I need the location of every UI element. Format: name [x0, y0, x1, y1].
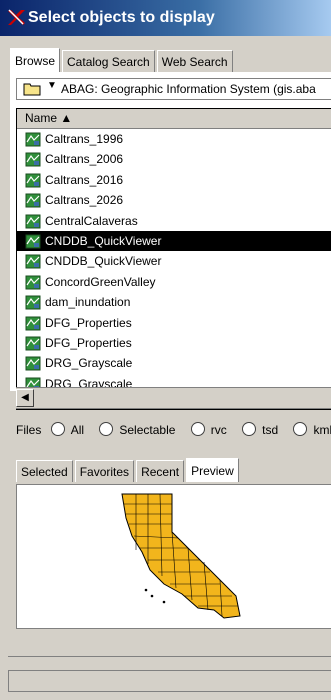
tab-recent[interactable]: Recent — [136, 460, 185, 482]
list-item-label: Caltrans_2026 — [45, 193, 124, 208]
list-item[interactable]: CNDDB_QuickViewer — [17, 230, 331, 252]
map-layer-icon — [25, 316, 41, 331]
list-item-label: DRG_Grayscale — [45, 356, 133, 371]
list-item-label: DFG_Properties — [45, 315, 132, 330]
tab-catalog-search[interactable]: Catalog Search — [62, 50, 155, 72]
tab-preview[interactable]: Preview — [186, 458, 239, 482]
map-layer-icon — [25, 336, 41, 351]
list-item[interactable]: ConcordGreenValley — [17, 272, 331, 292]
location-path: ABAG: Geographic Information System (gis… — [61, 82, 316, 96]
map-layer-icon — [25, 275, 41, 290]
filter-option-tsd[interactable]: tsd — [242, 422, 284, 437]
tab-favorites[interactable]: Favorites — [74, 460, 135, 482]
file-filter: Files All Selectable rvc tsd kml — [16, 420, 331, 440]
app-logo-icon — [8, 9, 25, 25]
location-dropdown[interactable]: ▼ ABAG: Geographic Information System (g… — [16, 78, 331, 100]
main-tabs: Browse Catalog Search Web Search — [10, 48, 235, 72]
list-item[interactable]: Caltrans_1996 — [17, 129, 331, 149]
filter-option-selectable[interactable]: Selectable — [99, 422, 181, 437]
list-item[interactable]: DFG_Properties — [17, 313, 331, 333]
list-item-label: CentralCalaveras — [45, 213, 138, 228]
radio-icon[interactable] — [50, 422, 65, 436]
filter-option-rvc[interactable]: rvc — [190, 422, 233, 437]
scroll-left-button[interactable]: ◀ — [16, 389, 34, 407]
map-layer-icon — [25, 132, 41, 147]
tab-browse[interactable]: Browse — [10, 48, 61, 72]
list-item-label: Caltrans_2016 — [45, 172, 124, 187]
list-item-label: Caltrans_1996 — [45, 132, 124, 146]
object-list[interactable]: Name ▲ Caltrans_1996 Caltrans_2006 Caltran… — [16, 108, 331, 410]
column-header-name[interactable]: Name ▲ — [17, 109, 331, 129]
list-item[interactable]: CNDDB_QuickViewer — [17, 251, 331, 271]
list-item-label: dam_inundation — [45, 295, 131, 310]
list-item-label: ConcordGreenValley — [45, 274, 156, 289]
map-layer-icon — [25, 234, 41, 249]
radio-icon[interactable] — [99, 422, 114, 436]
list-item-label: CNDDB_QuickViewer — [45, 233, 162, 248]
map-layer-icon — [25, 214, 41, 229]
filter-label: Files — [16, 423, 42, 437]
map-layer-icon — [25, 254, 41, 269]
horizontal-scrollbar[interactable]: ◀ — [16, 387, 331, 409]
filter-option-kml[interactable]: kml — [293, 422, 331, 437]
list-item[interactable]: DRG_Grayscale — [17, 353, 331, 373]
map-layer-icon — [25, 152, 41, 167]
list-item[interactable]: Caltrans_2016 — [17, 170, 331, 190]
window-title: Select objects to display — [28, 9, 215, 26]
list-item[interactable]: Caltrans_2006 — [17, 149, 331, 169]
list-item-label: Caltrans_2006 — [45, 152, 124, 167]
dropdown-arrow-icon: ▼ — [47, 80, 57, 91]
title-bar[interactable]: Select objects to display — [0, 0, 331, 36]
preview-tabs: Selected Favorites Recent Preview — [16, 458, 241, 482]
radio-icon[interactable] — [242, 422, 257, 436]
list-item-label: DFG_Properties — [45, 335, 132, 350]
radio-icon[interactable] — [190, 422, 205, 436]
map-layer-icon — [25, 295, 41, 310]
list-item[interactable]: Caltrans_2026 — [17, 190, 331, 210]
map-layer-icon — [25, 173, 41, 188]
preview-panel — [16, 484, 331, 629]
list-item-label: CNDDB_QuickViewer — [45, 254, 162, 269]
california-map-preview — [121, 493, 241, 619]
tab-selected[interactable]: Selected — [16, 460, 73, 482]
tab-web-search[interactable]: Web Search — [156, 50, 233, 72]
radio-icon[interactable] — [293, 422, 308, 436]
map-layer-icon — [25, 356, 41, 371]
list-item[interactable]: dam_inundation — [17, 292, 331, 312]
filter-option-all[interactable]: All — [50, 422, 90, 437]
map-layer-icon — [25, 193, 41, 208]
folder-icon — [23, 83, 41, 96]
status-bar — [8, 670, 331, 692]
list-item[interactable]: DFG_Properties — [17, 333, 331, 353]
list-item[interactable]: CentralCalaveras — [17, 211, 331, 231]
divider — [8, 656, 331, 657]
